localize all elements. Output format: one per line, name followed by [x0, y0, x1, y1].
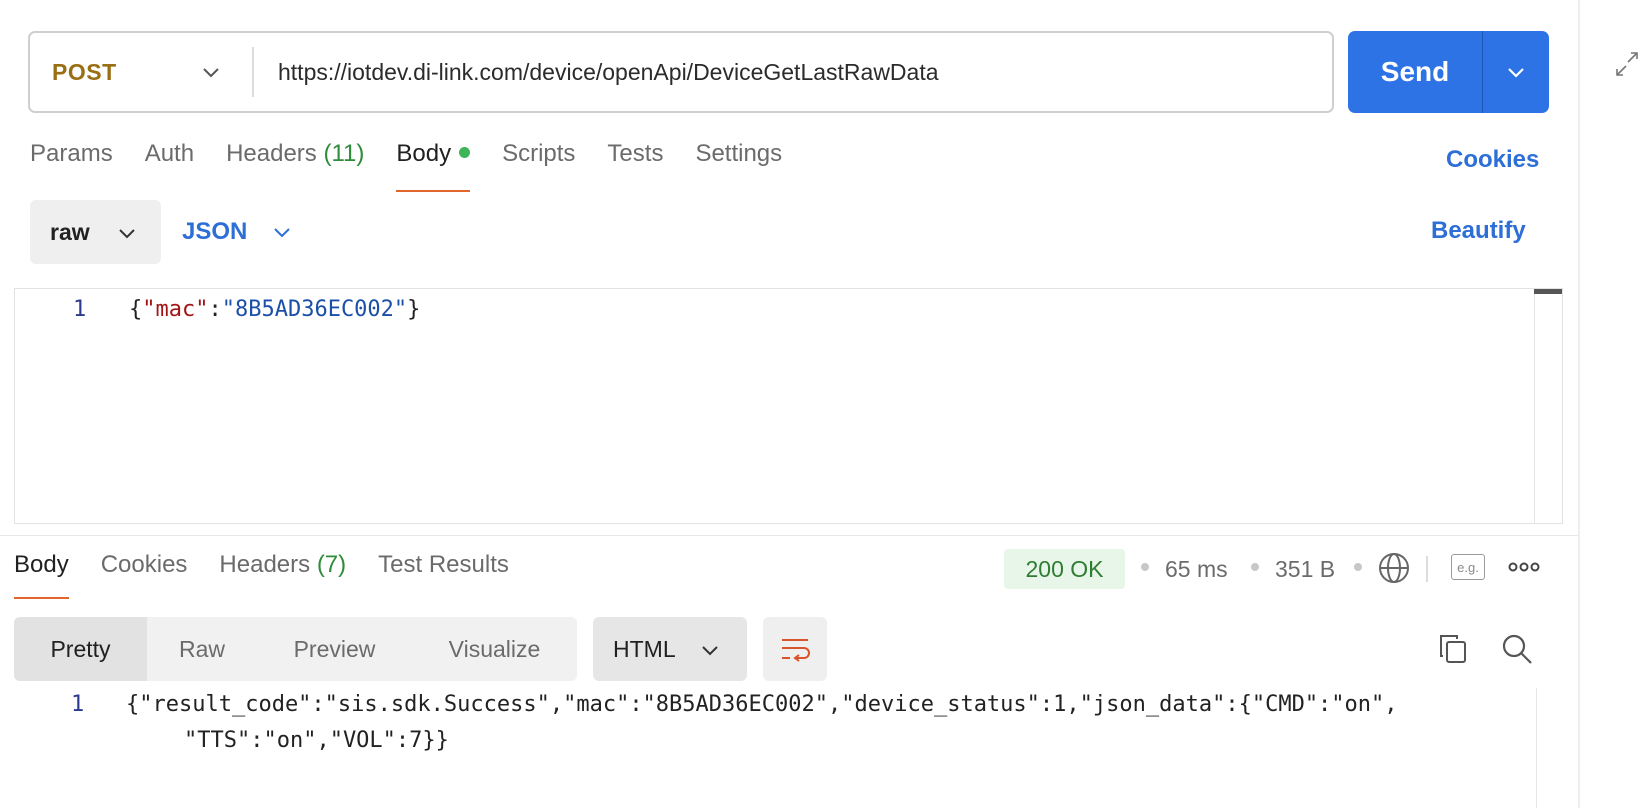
code-brace: {	[129, 297, 143, 322]
response-divider	[0, 535, 1578, 536]
separator-dot	[1141, 563, 1149, 571]
tab-params[interactable]: Params	[30, 140, 113, 192]
tab-headers[interactable]: Headers (11)	[226, 140, 364, 192]
tab-response-cookies[interactable]: Cookies	[101, 551, 188, 599]
chevron-down-icon	[702, 646, 718, 656]
line-number: 1	[73, 297, 87, 322]
request-body-editor[interactable]: 1 {"mac":"8B5AD36EC002"}	[14, 288, 1563, 524]
method-label: POST	[52, 58, 117, 85]
send-button-group: Send	[1348, 31, 1549, 113]
chevron-down-icon	[1508, 68, 1524, 78]
response-size[interactable]: 351 B	[1275, 556, 1335, 583]
tab-response-headers[interactable]: Headers (7)	[219, 551, 346, 599]
response-code-line: {"result_code":"sis.sdk.Success","mac":"…	[126, 692, 1398, 717]
tab-label: Cookies	[100, 551, 188, 578]
code-value: "8B5AD36EC002"	[221, 297, 408, 322]
more-options-icon[interactable]	[1508, 561, 1540, 573]
example-label: e.g.	[1457, 559, 1479, 575]
response-code-line-wrapped: "TTS":"on","VOL":7}}	[184, 728, 449, 753]
tab-label: Body	[14, 551, 69, 578]
chevron-down-icon	[119, 229, 135, 239]
tab-label: Test Results	[378, 551, 509, 578]
tab-auth[interactable]: Auth	[145, 140, 194, 192]
view-preview[interactable]: Preview	[257, 617, 412, 681]
request-tabs: Params Auth Headers (11) Body Scripts Te…	[30, 140, 814, 192]
method-select[interactable]: POST	[30, 33, 252, 111]
save-example-button[interactable]: e.g.	[1451, 554, 1485, 580]
meta-divider	[1426, 556, 1428, 582]
tab-label: Body	[396, 140, 452, 167]
send-button[interactable]: Send	[1348, 31, 1482, 113]
copy-icon[interactable]	[1437, 632, 1469, 666]
body-indicator-dot	[459, 147, 471, 158]
code-line: {"mac":"8B5AD36EC002"}	[129, 297, 420, 322]
tab-label: Headers	[226, 140, 317, 167]
tab-label: Tests	[607, 140, 664, 167]
status-badge[interactable]: 200 OK	[1004, 549, 1125, 589]
send-options-button[interactable]	[1483, 31, 1549, 113]
url-bar: POST https://iotdev.di-link.com/device/o…	[28, 31, 1334, 113]
url-input[interactable]: https://iotdev.di-link.com/device/openAp…	[254, 59, 939, 86]
editor-scrollbar[interactable]	[1534, 289, 1562, 523]
tab-test-results[interactable]: Test Results	[378, 551, 509, 599]
response-time[interactable]: 65 ms	[1165, 556, 1228, 583]
globe-icon[interactable]	[1377, 551, 1411, 585]
response-scrollbar[interactable]	[1536, 688, 1564, 808]
cookies-link[interactable]: Cookies	[1446, 146, 1539, 174]
body-language-label: JSON	[182, 218, 248, 245]
separator-dot	[1251, 563, 1259, 571]
body-language-select[interactable]: JSON	[182, 200, 293, 264]
beautify-button[interactable]: Beautify	[1431, 217, 1526, 245]
code-key: "mac"	[142, 297, 209, 322]
body-mode-label: raw	[50, 218, 90, 245]
wrap-lines-button[interactable]	[763, 617, 827, 681]
tab-label: Settings	[695, 140, 783, 167]
code-colon: :	[208, 297, 222, 322]
view-pretty[interactable]: Pretty	[14, 617, 147, 681]
separator-dot	[1354, 563, 1362, 571]
chevron-down-icon	[203, 68, 219, 78]
body-mode-select[interactable]: raw	[30, 200, 161, 264]
response-view-segment: Pretty Raw Preview Visualize	[14, 617, 577, 681]
tab-tests[interactable]: Tests	[607, 140, 663, 192]
response-format-select[interactable]: HTML	[593, 617, 747, 681]
tab-label: Params	[30, 140, 113, 167]
scrollbar-thumb[interactable]	[1534, 289, 1562, 294]
collapse-icon[interactable]	[1614, 50, 1640, 78]
headers-count: (7)	[316, 551, 347, 578]
line-number: 1	[71, 692, 85, 717]
tab-response-body[interactable]: Body	[14, 551, 69, 599]
tab-label: Headers	[219, 551, 311, 578]
chevron-down-icon	[274, 228, 291, 238]
view-visualize[interactable]: Visualize	[412, 617, 577, 681]
tab-label: Scripts	[502, 140, 576, 167]
right-panel-divider	[1578, 0, 1580, 808]
tab-settings[interactable]: Settings	[695, 140, 782, 192]
response-format-label: HTML	[613, 635, 676, 662]
response-tabs: Body Cookies Headers (7) Test Results	[14, 551, 541, 599]
code-brace: }	[407, 297, 421, 322]
wrap-lines-icon	[782, 639, 810, 662]
headers-count: (11)	[323, 140, 365, 167]
tab-body[interactable]: Body	[396, 140, 471, 192]
view-raw[interactable]: Raw	[147, 617, 257, 681]
search-icon[interactable]	[1500, 632, 1534, 666]
tab-label: Auth	[144, 140, 195, 167]
tab-scripts[interactable]: Scripts	[502, 140, 575, 192]
